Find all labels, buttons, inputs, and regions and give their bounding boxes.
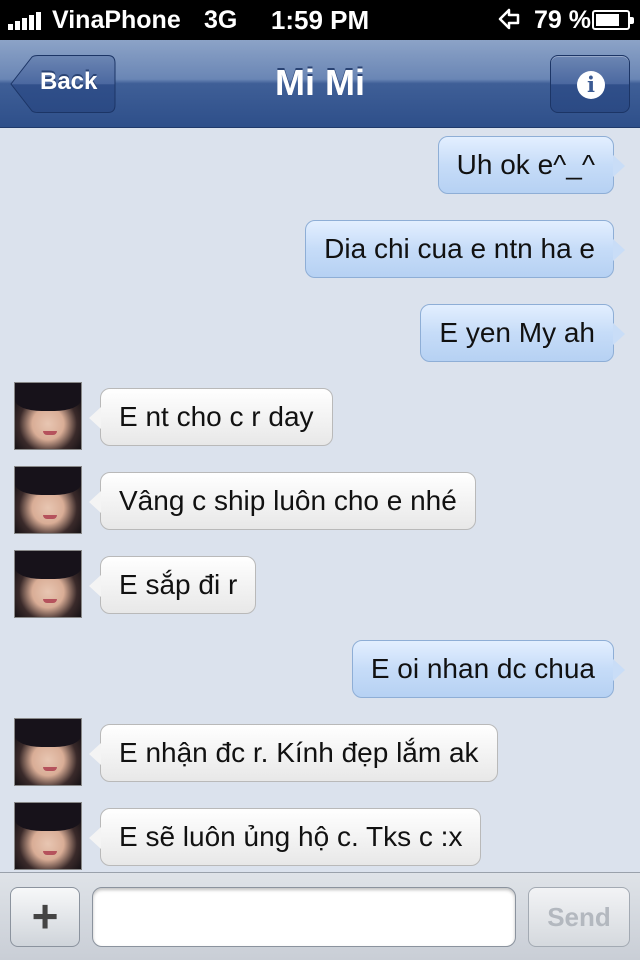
message-text: E sẽ luôn ủng hộ c. Tks c :x	[119, 821, 463, 852]
conversation-title: Mi Mi	[275, 62, 365, 103]
incoming-message-bubble[interactable]: E nhận đc r. Kính đẹp lắm ak	[89, 724, 498, 782]
bubble-tail	[89, 743, 101, 765]
bubble-tail	[613, 239, 625, 261]
incoming-message-row: E nt cho c r day	[0, 382, 640, 450]
message-input[interactable]	[92, 887, 516, 947]
compose-bar: + Send	[0, 872, 640, 960]
message-text: E nhận đc r. Kính đẹp lắm ak	[119, 737, 479, 768]
message-text: Uh ok e^_^	[456, 149, 595, 180]
bubble-tail	[89, 407, 101, 429]
bubble-tail	[89, 827, 101, 849]
battery-icon	[592, 10, 634, 30]
contact-avatar[interactable]	[14, 382, 82, 450]
incoming-message-bubble[interactable]: E sắp đi r	[89, 556, 257, 614]
contact-avatar[interactable]	[14, 802, 82, 870]
incoming-message-bubble[interactable]: E sẽ luôn ủng hộ c. Tks c :x	[89, 808, 482, 866]
message-text: E yen My ah	[439, 317, 595, 348]
outgoing-message-bubble[interactable]: E oi nhan dc chua	[351, 640, 625, 698]
outgoing-message-bubble[interactable]: Dia chi cua e ntn ha e	[305, 220, 625, 278]
incoming-message-row: E sắp đi r	[0, 550, 640, 618]
outgoing-message-bubble[interactable]: E yen My ah	[420, 304, 625, 362]
outgoing-message-row: Dia chi cua e ntn ha e	[0, 220, 640, 280]
contact-avatar[interactable]	[14, 466, 82, 534]
bubble-tail	[89, 491, 101, 513]
incoming-message-row: Vâng c ship luôn cho e nhé	[0, 466, 640, 534]
location-arrow-icon	[498, 8, 520, 30]
outgoing-message-row: E oi nhan dc chua	[0, 640, 640, 700]
message-text: Dia chi cua e ntn ha e	[324, 233, 595, 264]
outgoing-message-row: E yen My ah	[0, 304, 640, 364]
incoming-message-bubble[interactable]: E nt cho c r day	[89, 388, 333, 446]
incoming-message-bubble[interactable]: Vâng c ship luôn cho e nhé	[89, 472, 476, 530]
contact-avatar[interactable]	[14, 718, 82, 786]
add-attachment-button[interactable]: +	[10, 887, 80, 947]
battery-percent: 79 %	[534, 6, 591, 34]
message-text: E nt cho c r day	[119, 401, 314, 432]
navigation-bar: Back Mi Mi i	[0, 40, 640, 128]
contact-info-button[interactable]: i	[550, 55, 630, 113]
outgoing-message-bubble[interactable]: Uh ok e^_^	[437, 136, 625, 194]
bubble-tail	[89, 575, 101, 597]
bubble-tail	[613, 659, 625, 681]
info-icon: i	[577, 71, 605, 99]
message-text: E oi nhan dc chua	[370, 653, 595, 684]
battery-level-fill	[596, 14, 619, 26]
outgoing-message-row: Uh ok e^_^	[0, 136, 640, 196]
message-text: Vâng c ship luôn cho e nhé	[119, 485, 457, 516]
incoming-message-row: E nhận đc r. Kính đẹp lắm ak	[0, 718, 640, 786]
message-text: E sắp đi r	[119, 569, 238, 600]
contact-avatar[interactable]	[14, 550, 82, 618]
send-button[interactable]: Send	[528, 887, 630, 947]
message-thread[interactable]: Uh ok e^_^ Dia chi cua e ntn ha e E yen My…	[0, 128, 640, 872]
bubble-tail	[613, 323, 625, 345]
incoming-message-row: E sẽ luôn ủng hộ c. Tks c :x	[0, 802, 640, 870]
status-bar: VinaPhone 3G 1:59 PM 79 %	[0, 0, 640, 40]
bubble-tail	[613, 155, 625, 177]
